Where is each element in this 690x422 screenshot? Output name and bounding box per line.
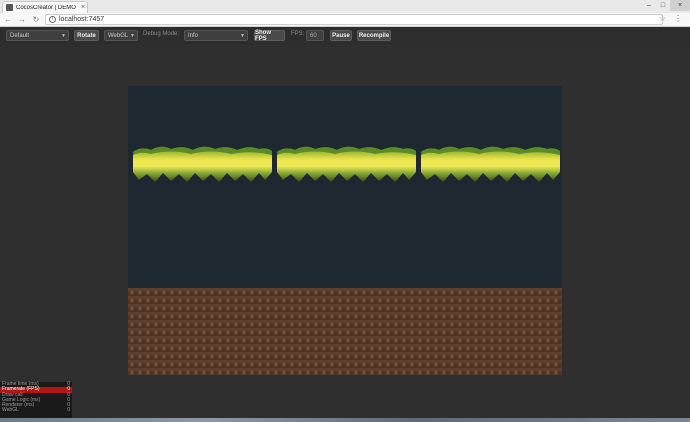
device-select-value: Default <box>10 32 30 39</box>
minimize-icon[interactable]: – <box>642 0 656 11</box>
device-select[interactable]: Default ▼ <box>6 30 69 41</box>
url-input[interactable]: i localhost:7457 <box>45 14 663 25</box>
browser-tab-bar: CocosCreator | DEMO × – □ × <box>0 0 690 13</box>
chevron-down-icon: ▼ <box>61 33 66 39</box>
fps-label: FPS: <box>291 31 305 37</box>
show-fps-button[interactable]: Show FPS <box>254 30 285 42</box>
tab-title: CocosCreator | DEMO <box>16 4 76 11</box>
browser-tab[interactable]: CocosCreator | DEMO × <box>2 1 88 13</box>
reload-icon[interactable]: ↻ <box>30 14 42 26</box>
renderer-select-value: WebGL <box>108 32 129 39</box>
grass-platform <box>277 146 416 182</box>
grass-platform <box>421 146 560 182</box>
info-icon[interactable]: i <box>49 16 56 23</box>
debug-stats-panel: Frame time (ms) 0 Framerate (FPS) 0 Draw cal… <box>0 381 72 422</box>
chevron-down-icon: ▼ <box>240 33 245 39</box>
address-bar: ← → ↻ i localhost:7457 <box>0 13 690 27</box>
debug-mode-label: Debug Mode: <box>143 31 180 37</box>
fps-input[interactable]: 60 <box>306 30 324 41</box>
browser-menu-icon[interactable]: ⋮ <box>674 14 682 23</box>
url-text: localhost:7457 <box>59 16 105 23</box>
pause-button[interactable]: Pause <box>330 30 352 41</box>
cocos-favicon-icon <box>6 4 13 11</box>
grass-platform <box>133 146 272 182</box>
debug-mode-select-value: Info <box>188 32 199 39</box>
back-arrow-icon[interactable]: ← <box>2 14 14 26</box>
tab-close-icon[interactable]: × <box>79 4 87 11</box>
window-controls: – □ × <box>642 0 690 13</box>
window-close-icon[interactable]: × <box>670 0 690 11</box>
renderer-select[interactable]: WebGL ▼ <box>104 30 138 41</box>
debug-mode-select[interactable]: Info ▼ <box>184 30 248 41</box>
recompile-button[interactable]: Recompile <box>357 30 391 41</box>
game-canvas[interactable] <box>128 86 562 375</box>
bookmark-star-icon[interactable]: ☆ <box>659 14 666 23</box>
maximize-icon[interactable]: □ <box>656 0 670 11</box>
chevron-down-icon: ▼ <box>130 33 135 39</box>
dirt-ground-tiles <box>128 288 562 375</box>
stat-row: WebGL 0 <box>0 407 72 414</box>
forward-arrow-icon[interactable]: → <box>16 14 28 26</box>
rotate-button[interactable]: Rotate <box>74 30 99 41</box>
stat-value: 0 <box>67 407 70 414</box>
stat-label: WebGL <box>2 407 19 414</box>
os-taskbar <box>0 418 690 422</box>
